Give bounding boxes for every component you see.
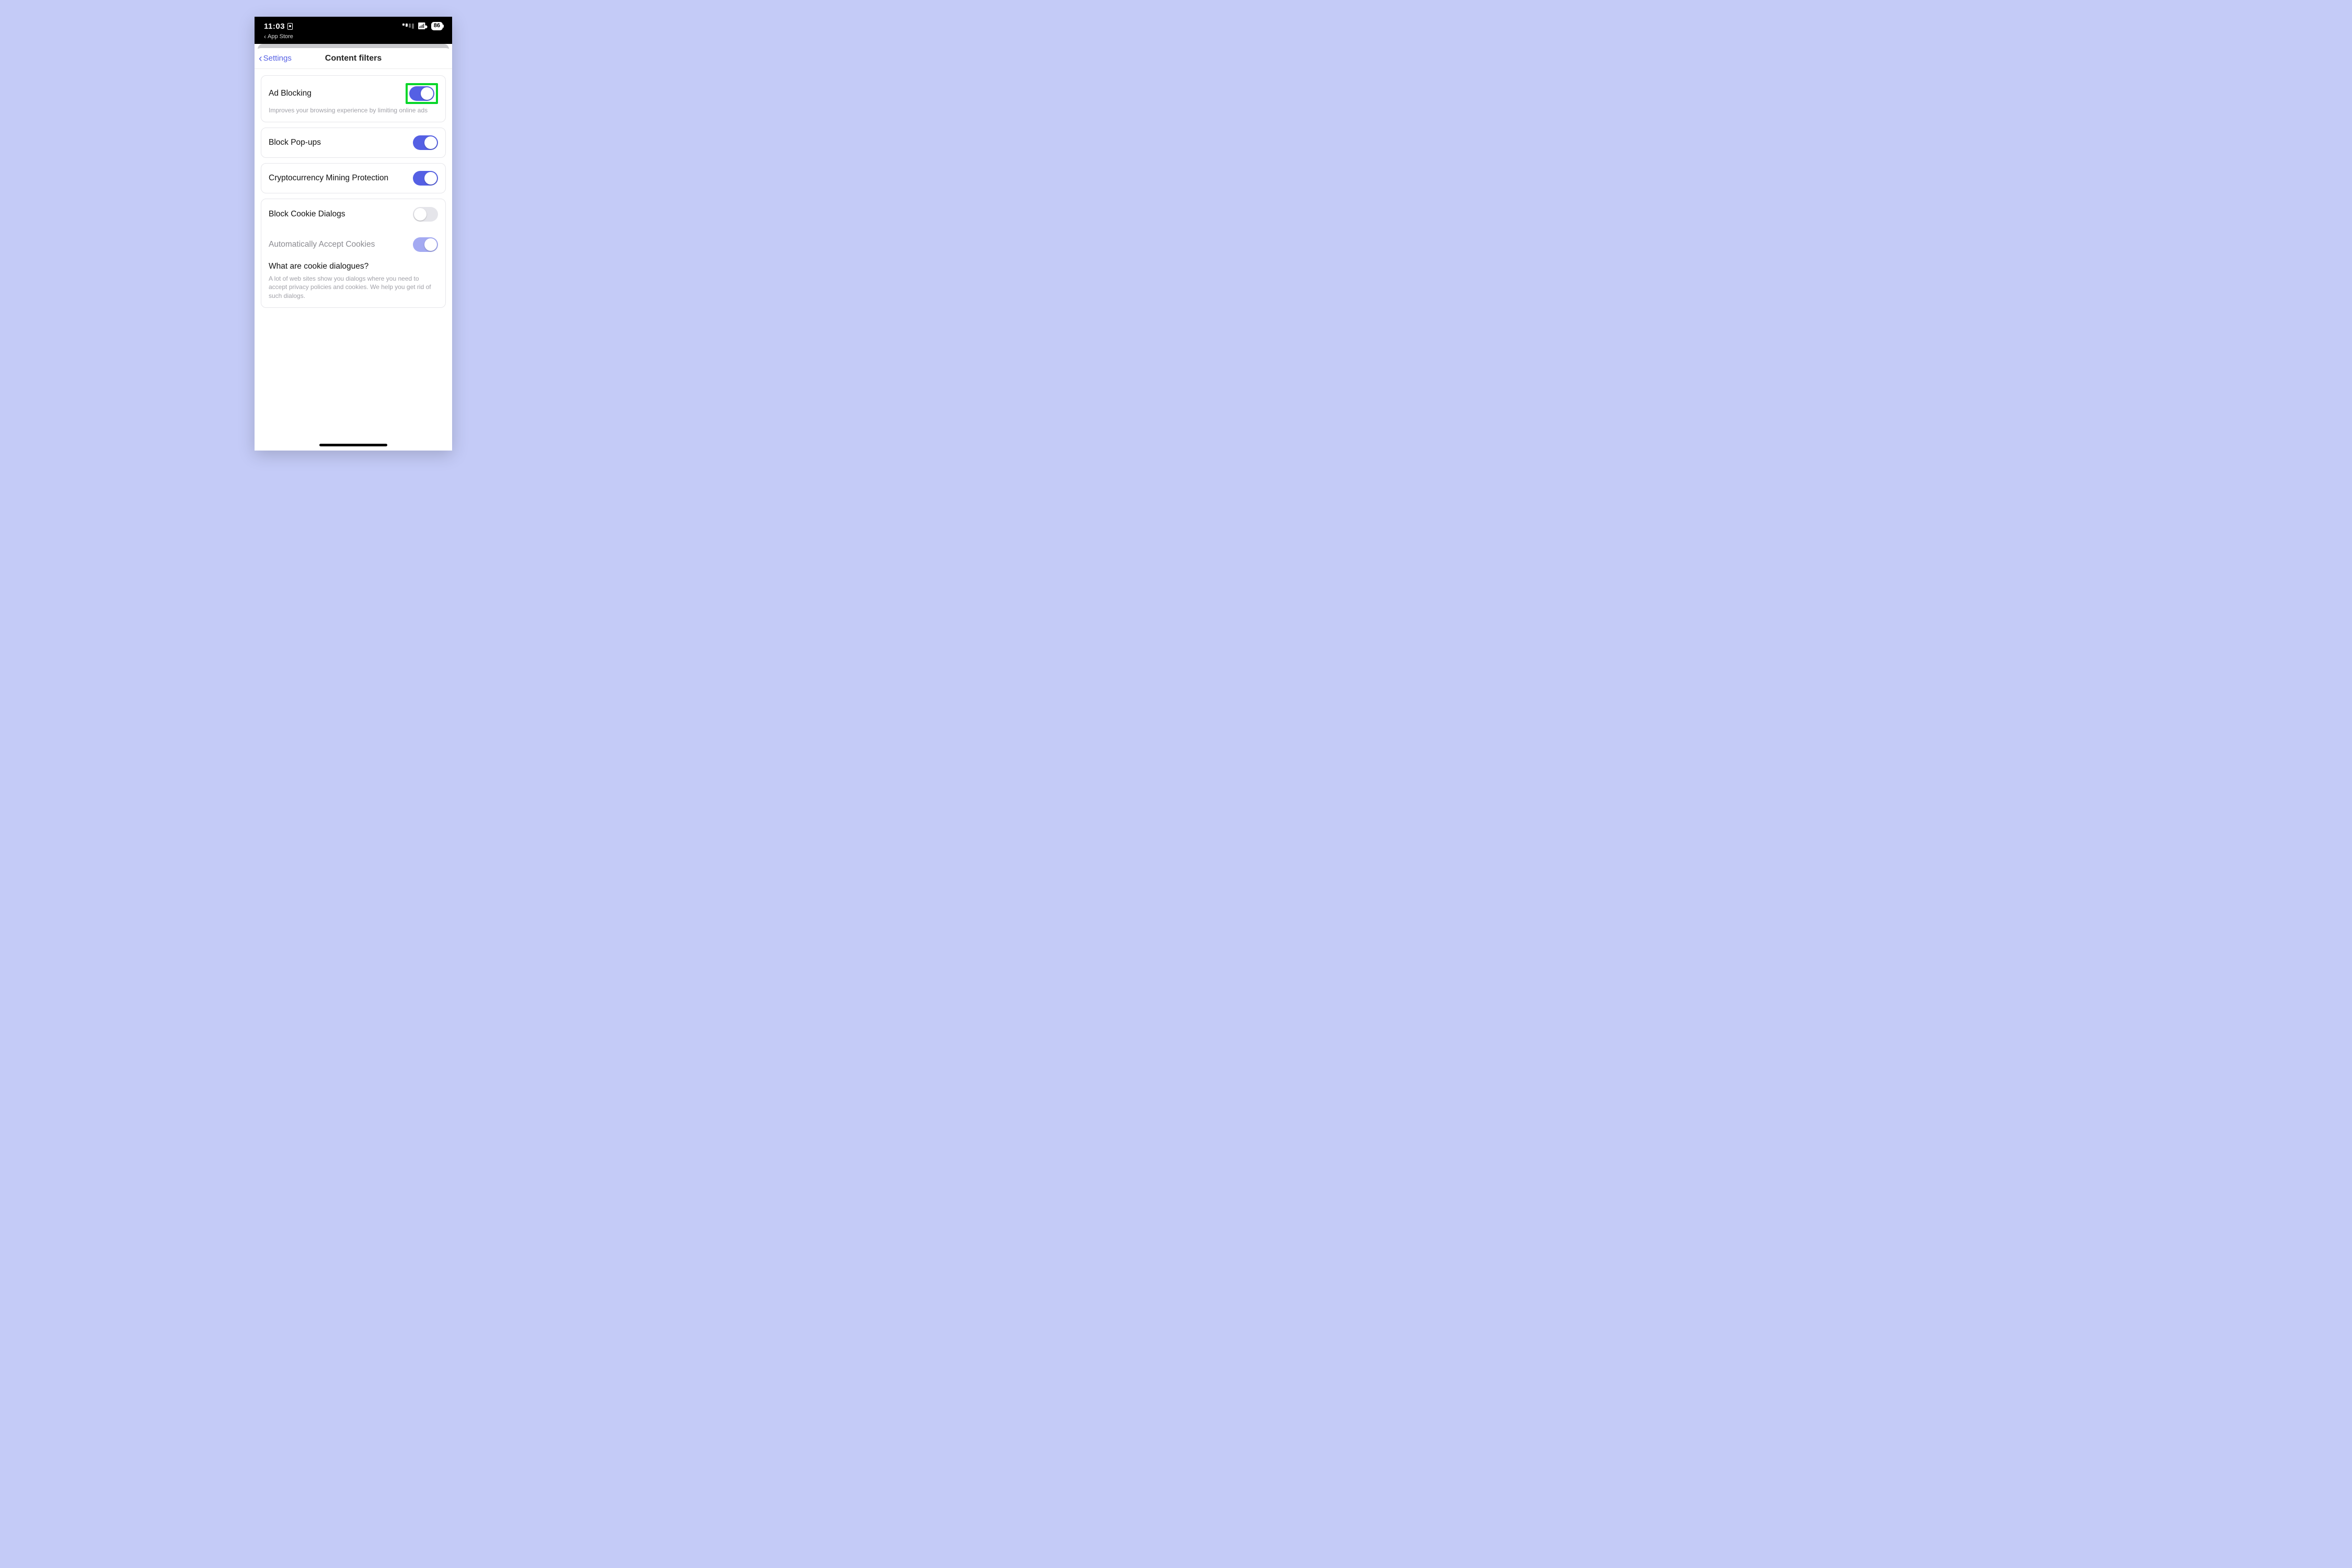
caret-left-icon: ‹ <box>264 33 266 40</box>
nav-back-label: Settings <box>263 54 292 63</box>
ad-blocking-desc: Improves your browsing experience by lim… <box>261 106 445 122</box>
cookie-info-title: What are cookie dialogues? <box>261 260 445 272</box>
status-time: 11:03 <box>264 22 285 31</box>
block-cookie-dialogs-title: Block Cookie Dialogs <box>269 210 345 219</box>
chevron-left-icon: ‹ <box>259 53 262 64</box>
sim-card-icon <box>287 23 293 30</box>
block-popups-title: Block Pop-ups <box>269 138 321 147</box>
block-popups-toggle[interactable] <box>413 135 438 150</box>
cookie-info-desc: A lot of web sites show you dialogs wher… <box>261 272 445 307</box>
crypto-mining-card: Cryptocurrency Mining Protection <box>261 163 446 193</box>
highlight-box <box>406 83 438 104</box>
status-indicators: 📶︎ ● 86 <box>402 22 443 30</box>
home-indicator[interactable] <box>319 444 387 446</box>
phone-frame: 11:03 📶︎ ● 86 ‹ App Store ‹ Settings <box>255 17 452 451</box>
crypto-mining-title: Cryptocurrency Mining Protection <box>269 174 388 183</box>
ad-blocking-toggle[interactable] <box>409 86 434 101</box>
nav-bar: ‹ Settings Content filters <box>255 48 452 69</box>
settings-sheet: ‹ Settings Content filters Ad Blocking I… <box>255 48 452 451</box>
block-cookie-dialogs-toggle[interactable] <box>413 207 438 222</box>
ad-blocking-title: Ad Blocking <box>269 89 312 98</box>
block-popups-card: Block Pop-ups <box>261 128 446 158</box>
battery-indicator: 86 <box>431 22 443 30</box>
back-to-app[interactable]: ‹ App Store <box>264 33 443 40</box>
auto-accept-cookies-toggle[interactable] <box>413 237 438 252</box>
ad-blocking-card: Ad Blocking Improves your browsing exper… <box>261 75 446 122</box>
back-to-app-label: App Store <box>268 33 293 40</box>
page-title: Content filters <box>325 54 382 63</box>
auto-accept-cookies-title: Automatically Accept Cookies <box>269 240 375 249</box>
wifi-icon-2: ● <box>424 22 428 30</box>
nav-back-button[interactable]: ‹ Settings <box>259 48 292 68</box>
cellular-signal-icon <box>402 24 414 29</box>
status-bar: 11:03 📶︎ ● 86 ‹ App Store <box>255 17 452 44</box>
cookie-dialogs-card: Block Cookie Dialogs Automatically Accep… <box>261 199 446 308</box>
crypto-mining-toggle[interactable] <box>413 171 438 186</box>
